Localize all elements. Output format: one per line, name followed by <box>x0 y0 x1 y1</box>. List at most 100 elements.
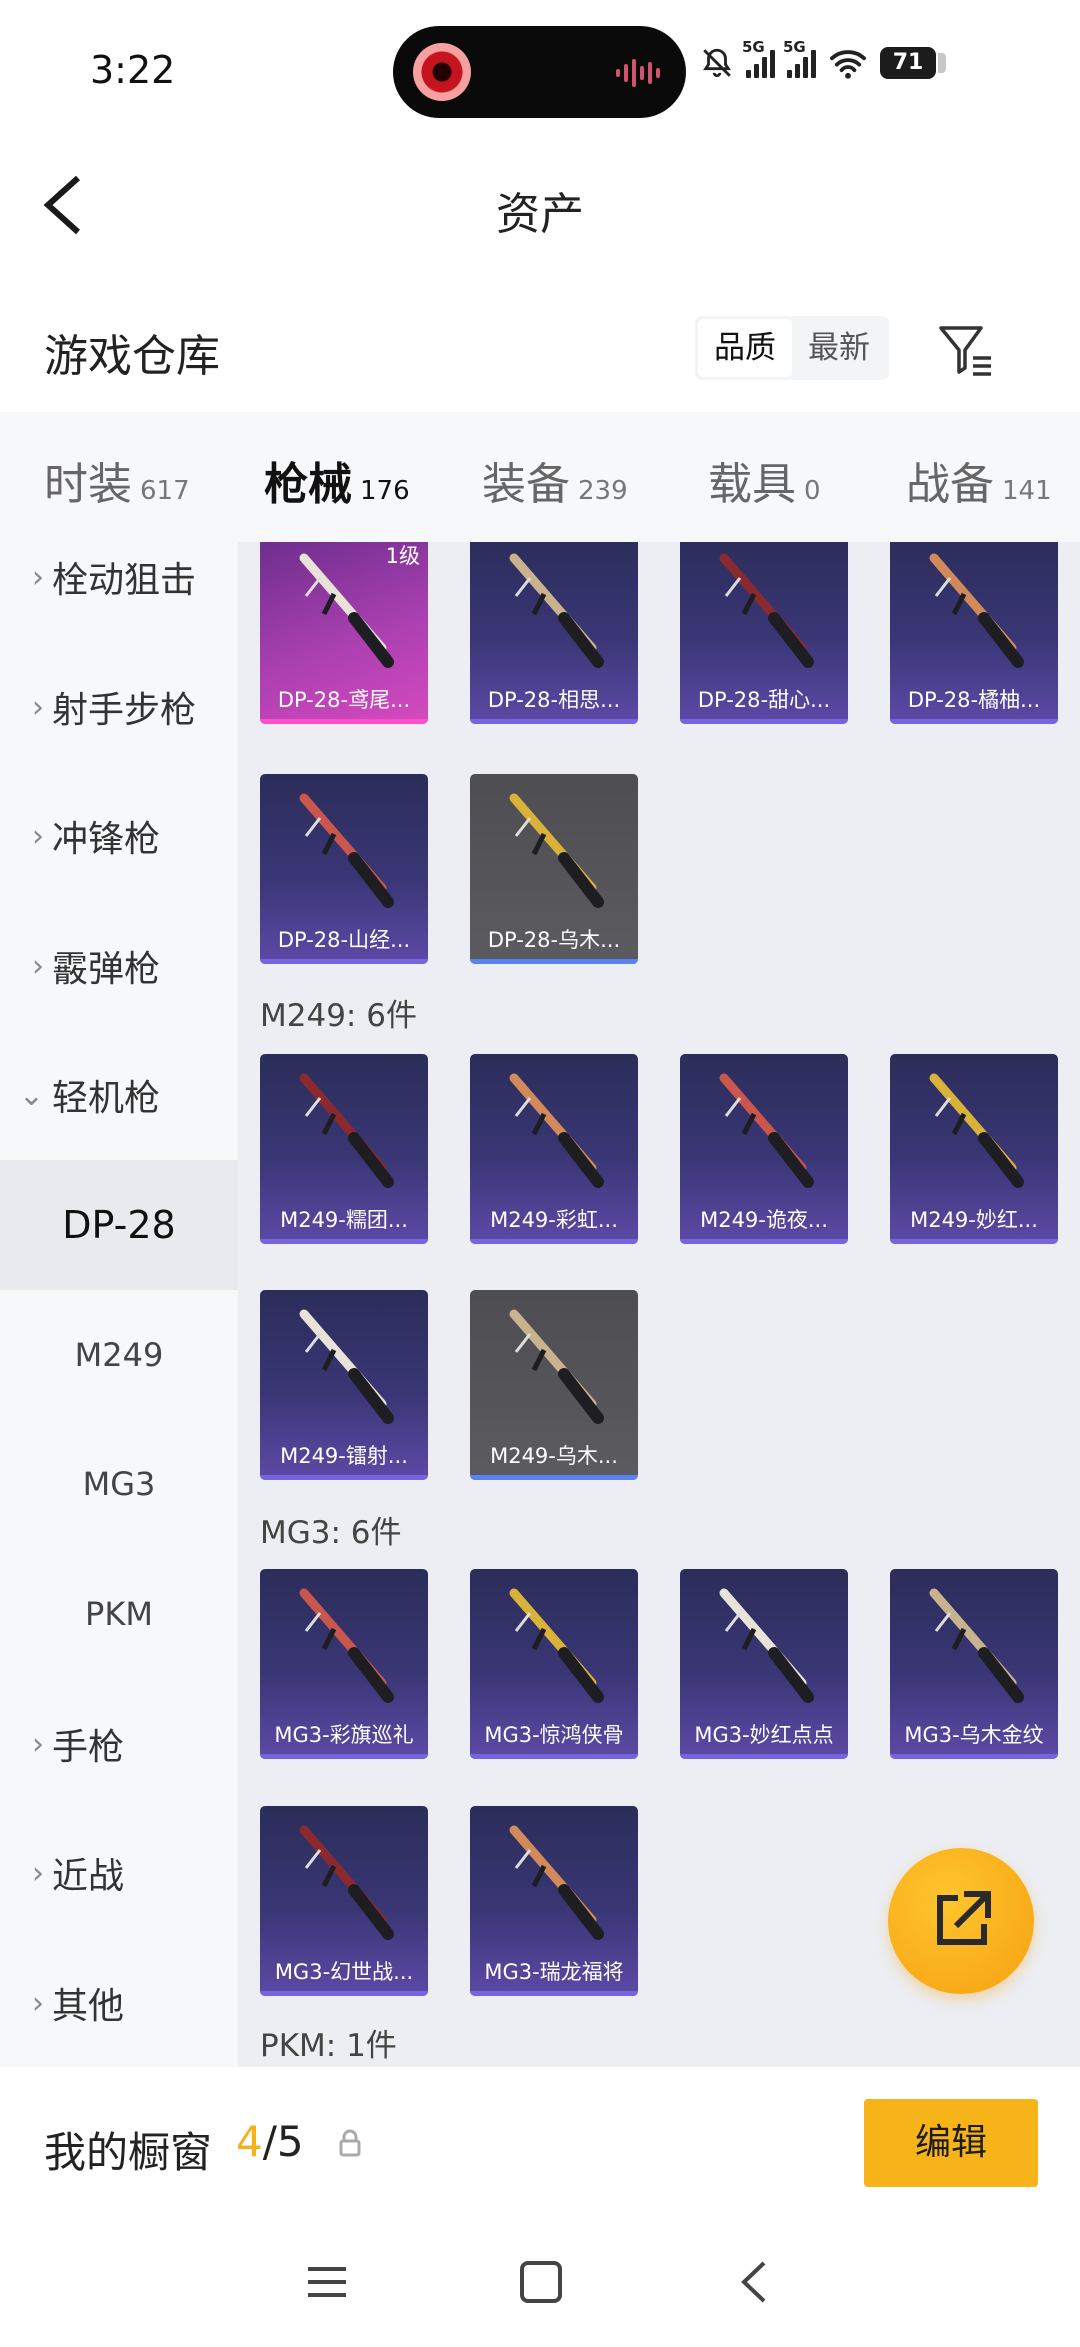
rarity-stripe <box>260 1475 428 1480</box>
weapon-card[interactable]: DP-28-山经... <box>260 774 428 964</box>
weapon-name: M249-彩虹... <box>490 1208 618 1232</box>
weapon-name: DP-28-橘柚... <box>907 688 1041 712</box>
weapon-card[interactable]: DP-28-乌木... <box>470 774 638 964</box>
chevron-right-icon: › <box>32 948 44 984</box>
share-external-icon <box>937 1891 991 1945</box>
signal-icon-1: 5G <box>742 38 775 78</box>
weapon-skin-icon <box>509 793 604 908</box>
sidebar-sub-dp28[interactable]: DP-28 <box>0 1160 238 1290</box>
weapon-card[interactable]: M249-乌木... <box>470 1290 638 1480</box>
weapon-name: M249-诡夜... <box>700 1208 828 1232</box>
menu-icon[interactable] <box>302 2257 352 2307</box>
weapon-name: DP-28-相思... <box>487 688 621 712</box>
rarity-stripe <box>680 1754 848 1759</box>
weapon-card[interactable]: MG3-彩旗巡礼 <box>260 1569 428 1759</box>
filter-icon[interactable] <box>935 320 995 380</box>
weapon-skin-icon <box>299 793 394 908</box>
eye-icon <box>413 43 471 101</box>
tab-fashion[interactable]: 时装 617 <box>44 448 190 512</box>
share-button[interactable] <box>888 1848 1034 1994</box>
sidebar-item-melee[interactable]: › 近战 <box>0 1808 238 1938</box>
tab-vehicles[interactable]: 载具 0 <box>708 448 821 512</box>
sidebar-sub-m249[interactable]: M249 <box>0 1290 238 1420</box>
sidebar-item-marksman-rifle[interactable]: › 射手步枪 <box>0 642 238 772</box>
rarity-stripe <box>260 719 428 724</box>
weapon-name: MG3-瑞龙福将 <box>484 1960 624 1984</box>
weapon-card[interactable]: MG3-惊鸿侠骨 <box>470 1569 638 1759</box>
weapon-card[interactable]: DP-28-相思... <box>470 542 638 724</box>
chevron-right-icon: › <box>32 818 44 854</box>
sidebar-item-bolt-sniper[interactable]: › 栓动狙击 <box>0 542 238 642</box>
audio-wave-icon <box>616 58 660 88</box>
weapon-card[interactable]: MG3-乌木金纹 <box>890 1569 1058 1759</box>
sort-toggle: 品质 最新 <box>695 316 889 380</box>
sidebar-item-shotgun[interactable]: › 霰弹枪 <box>0 901 238 1031</box>
sort-quality-button[interactable]: 品质 <box>698 319 792 377</box>
showcase-count: 4/5 <box>236 2117 304 2166</box>
weapon-name: MG3-惊鸿侠骨 <box>484 1723 624 1747</box>
weapon-card[interactable]: M249-镭射... <box>260 1290 428 1480</box>
weapon-card[interactable]: DP-28-甜心... <box>680 542 848 724</box>
sidebar-item-other[interactable]: › 其他 <box>0 1938 238 2067</box>
category-tabs: 时装 617 枪械 176 装备 239 载具 0 战备 141 <box>0 412 1080 553</box>
tab-supplies[interactable]: 战备 141 <box>906 448 1052 512</box>
sort-newest-button[interactable]: 最新 <box>792 319 886 377</box>
rarity-stripe <box>890 1239 1058 1244</box>
showcase-title: 我的橱窗 <box>44 2128 213 2177</box>
rarity-stripe <box>260 1991 428 1996</box>
lock-icon <box>339 2129 361 2157</box>
rarity-stripe <box>470 1475 638 1480</box>
weapon-card[interactable]: MG3-瑞龙福将 <box>470 1806 638 1996</box>
signal-icon-2: 5G <box>783 38 816 78</box>
weapon-name: MG3-幻世战... <box>274 1960 414 1984</box>
system-nav-bar <box>0 2217 1080 2347</box>
weapon-skin-icon <box>299 1309 394 1424</box>
sidebar-item-smg[interactable]: › 冲锋枪 <box>0 771 238 901</box>
weapon-card[interactable]: M249-糯团... <box>260 1054 428 1244</box>
rarity-stripe <box>470 1991 638 1996</box>
weapon-skin-icon <box>509 1588 604 1703</box>
weapon-card[interactable]: M249-彩虹... <box>470 1054 638 1244</box>
weapon-skin-icon <box>929 1588 1024 1703</box>
chevron-right-icon: › <box>32 1855 44 1891</box>
weapon-name: DP-28-山经... <box>277 928 411 952</box>
tab-guns[interactable]: 枪械 176 <box>264 448 410 553</box>
rarity-stripe <box>470 719 638 724</box>
chevron-right-icon: › <box>32 1726 44 1762</box>
weapon-card[interactable]: MG3-妙红点点 <box>680 1569 848 1759</box>
back-nav-icon[interactable] <box>730 2257 780 2307</box>
rarity-stripe <box>680 1239 848 1244</box>
weapon-skin-icon <box>299 1588 394 1703</box>
wifi-icon <box>830 50 866 79</box>
weapon-name: M249-糯团... <box>280 1208 408 1232</box>
tab-equipment[interactable]: 装备 239 <box>482 448 628 512</box>
home-icon[interactable] <box>516 2257 566 2307</box>
weapon-skin-icon <box>509 553 604 668</box>
status-time: 3:22 <box>90 48 176 92</box>
weapon-card[interactable]: M249-诡夜... <box>680 1054 848 1244</box>
warehouse-title: 游戏仓库 <box>44 331 220 382</box>
weapon-name: MG3-妙红点点 <box>694 1723 834 1747</box>
rarity-stripe <box>890 1754 1058 1759</box>
weapon-skin-icon <box>509 1309 604 1424</box>
weapon-name: MG3-彩旗巡礼 <box>274 1723 414 1747</box>
edit-button[interactable]: 编辑 <box>864 2099 1038 2187</box>
weapon-card[interactable]: MG3-幻世战... <box>260 1806 428 1996</box>
sidebar-item-pistol[interactable]: › 手枪 <box>0 1679 238 1809</box>
sidebar-sub-pkm[interactable]: PKM <box>0 1549 238 1679</box>
weapon-name: DP-28-甜心... <box>697 688 831 712</box>
sidebar-sub-mg3[interactable]: MG3 <box>0 1419 238 1549</box>
sidebar-item-lmg[interactable]: ⌄ 轻机枪 <box>0 1030 238 1160</box>
chevron-right-icon: › <box>32 689 44 725</box>
weapon-type-sidebar: › 栓动狙击 › 射手步枪 › 冲锋枪 › 霰弹枪 ⌄ 轻机枪 DP-28 M249 MG… <box>0 542 238 2067</box>
weapon-skin-icon <box>929 553 1024 668</box>
weapon-card[interactable]: DP-28-橘柚... <box>890 542 1058 724</box>
weapon-card[interactable]: M249-妙红... <box>890 1054 1058 1244</box>
section-label-m249: M249: 6件 <box>260 998 417 1034</box>
weapon-skin-icon <box>929 1073 1024 1188</box>
weapon-card[interactable]: 1级 DP-28-鸢尾... <box>260 542 428 724</box>
chevron-right-icon: › <box>32 559 44 595</box>
showcase-bar: 我的橱窗 4/5 编辑 <box>0 2067 1080 2217</box>
rarity-stripe <box>680 719 848 724</box>
chevron-right-icon: › <box>32 1985 44 2021</box>
